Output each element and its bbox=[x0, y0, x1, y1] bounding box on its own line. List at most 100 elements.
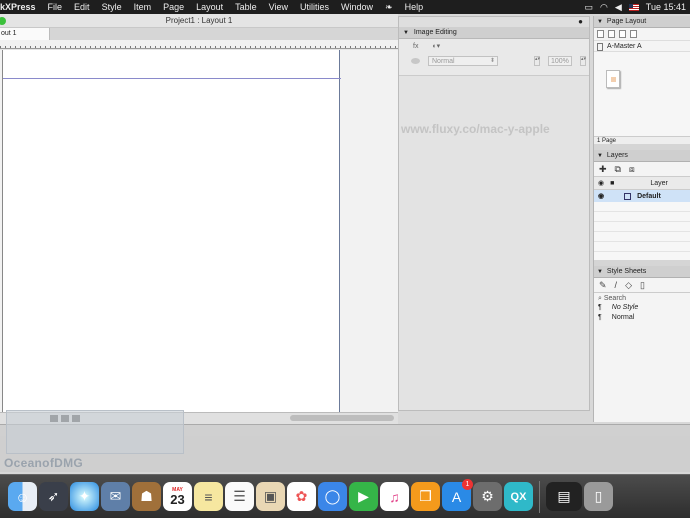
dock: ☺ ➶ ✦ ✉ ☗ MAY 23 ≡ ☰ ▣ ✿ ◯ ▶ ♫ ❒ A 1 ⚙ Q… bbox=[0, 474, 690, 518]
calendar-day: 23 bbox=[170, 491, 185, 507]
ibooks-icon[interactable]: ❒ bbox=[411, 482, 440, 511]
move-layer-icon[interactable]: ⧈ bbox=[629, 164, 635, 175]
palette-titlebar[interactable]: ● bbox=[399, 17, 589, 27]
duplicate-style-icon[interactable]: ◇ bbox=[625, 280, 632, 291]
trash-icon[interactable]: ▯ bbox=[640, 280, 645, 291]
menu-view[interactable]: View bbox=[263, 2, 294, 12]
duplicate-layer-icon[interactable]: ⧉ bbox=[615, 164, 621, 175]
menu-edit[interactable]: Edit bbox=[68, 2, 96, 12]
disclosure-triangle-icon[interactable]: ▼ bbox=[597, 269, 603, 275]
messages-icon[interactable]: ◯ bbox=[318, 482, 347, 511]
style-name: No Style bbox=[611, 304, 639, 311]
wifi-icon[interactable]: ◠ bbox=[600, 2, 608, 13]
lock-column-icon: ■ bbox=[610, 179, 615, 187]
layout-tab-strip bbox=[0, 28, 398, 40]
menu-file[interactable]: File bbox=[42, 2, 69, 12]
disclosure-triangle-icon[interactable]: ▼ bbox=[597, 19, 603, 25]
menu-utilities[interactable]: Utilities bbox=[294, 2, 335, 12]
delete-page-icon[interactable] bbox=[630, 30, 637, 38]
menu-style[interactable]: Style bbox=[96, 2, 128, 12]
style-item[interactable]: ¶ No Style bbox=[594, 303, 690, 313]
edit-style-icon[interactable]: / bbox=[615, 280, 618, 290]
close-icon[interactable]: ● bbox=[578, 17, 583, 26]
reminders-icon[interactable]: ☰ bbox=[225, 482, 254, 511]
mail-icon[interactable]: ✉ bbox=[101, 482, 130, 511]
clock[interactable]: Tue 15:41 bbox=[646, 2, 686, 12]
notes-icon[interactable]: ≡ bbox=[194, 482, 223, 511]
trash-icon[interactable]: ▯ bbox=[584, 482, 613, 511]
layers-title: Layers bbox=[606, 152, 628, 159]
horizontal-ruler[interactable] bbox=[0, 40, 398, 49]
menu-help[interactable]: Help bbox=[399, 2, 430, 12]
new-facing-page-icon[interactable] bbox=[608, 30, 615, 38]
fx-button[interactable]: fx bbox=[413, 43, 418, 50]
opacity-stepper[interactable]: ▴▾ bbox=[534, 56, 540, 66]
adjustments-icon[interactable]: ◐▾ bbox=[432, 42, 440, 50]
script-menu-icon[interactable]: ❧ bbox=[379, 2, 399, 13]
app-store-icon[interactable]: A 1 bbox=[442, 479, 473, 511]
quark-label: QX bbox=[510, 490, 527, 503]
photos-icon[interactable]: ✿ bbox=[287, 482, 316, 511]
document-window: Project1 : Layout 1 out 1 bbox=[0, 14, 398, 426]
new-page-icon[interactable] bbox=[597, 30, 604, 38]
right-panel-column: ▼ Page Layout A-Master A 1 Page ▼ Layers… bbox=[593, 16, 690, 422]
downloads-stack-icon[interactable]: ▤ bbox=[546, 482, 582, 511]
style-sheets-toolbar: ✎ / ◇ ▯ bbox=[594, 278, 690, 292]
disclosure-triangle-icon[interactable]: ▼ bbox=[403, 30, 409, 36]
launchpad-icon[interactable]: ➶ bbox=[39, 482, 68, 511]
document-titlebar: Project1 : Layout 1 bbox=[0, 14, 398, 28]
layout-tab[interactable]: out 1 bbox=[0, 28, 50, 40]
page-layout-header[interactable]: ▼ Page Layout bbox=[594, 16, 690, 28]
add-layer-icon[interactable]: ✚ bbox=[599, 164, 607, 175]
document-title: Project1 : Layout 1 bbox=[165, 16, 233, 25]
watermark-text: www.fluxy.co/mac-y-apple bbox=[401, 122, 550, 136]
visibility-eye-icon[interactable] bbox=[411, 58, 420, 64]
menu-window[interactable]: Window bbox=[335, 2, 379, 12]
input-source-flag-icon[interactable] bbox=[628, 3, 639, 11]
menu-item[interactable]: Item bbox=[128, 2, 158, 12]
layer-row-default[interactable]: ◉ Default bbox=[594, 190, 690, 202]
window-zoom-button[interactable] bbox=[0, 17, 6, 25]
page-thumbnails-area[interactable] bbox=[594, 52, 690, 136]
style-sheets-header[interactable]: ▼ Style Sheets bbox=[594, 266, 690, 278]
layer-visible-eye-icon[interactable]: ◉ bbox=[598, 192, 604, 200]
system-preferences-icon[interactable]: ⚙ bbox=[473, 482, 502, 511]
preview-icon[interactable]: ▣ bbox=[256, 482, 285, 511]
page-thumbnail[interactable] bbox=[606, 70, 620, 88]
layers-header[interactable]: ▼ Layers bbox=[594, 150, 690, 162]
finder-icon[interactable]: ☺ bbox=[8, 482, 37, 511]
opacity-field[interactable]: 100% bbox=[548, 56, 572, 66]
blend-mode-select[interactable]: Normal bbox=[428, 56, 498, 66]
image-editing-body: www.fluxy.co/mac-y-apple bbox=[399, 75, 589, 410]
disclosure-triangle-icon[interactable]: ▼ bbox=[597, 153, 603, 159]
horizontal-scrollbar[interactable] bbox=[290, 415, 394, 421]
app-menu[interactable]: kXPress bbox=[0, 2, 42, 12]
opacity-stepper-right[interactable]: ▴▾ bbox=[580, 56, 586, 66]
dock-separator bbox=[539, 480, 540, 513]
airplay-icon[interactable]: ▭ bbox=[585, 2, 594, 13]
paragraph-icon: ¶ bbox=[598, 304, 602, 311]
duplicate-page-icon[interactable] bbox=[619, 30, 626, 38]
facetime-icon[interactable]: ▶ bbox=[349, 482, 378, 511]
volume-icon[interactable]: ◀ bbox=[615, 2, 622, 13]
image-editing-header[interactable]: ▼ Image Editing bbox=[399, 27, 589, 39]
overlay-thumbnail bbox=[6, 410, 184, 454]
menu-layout[interactable]: Layout bbox=[190, 2, 229, 12]
menu-page[interactable]: Page bbox=[157, 2, 190, 12]
menu-table[interactable]: Table bbox=[229, 2, 263, 12]
calendar-icon[interactable]: MAY 23 bbox=[163, 482, 192, 511]
watermark-logo: OceanofDMG bbox=[4, 456, 84, 470]
style-item[interactable]: ¶ Normal bbox=[594, 313, 690, 323]
new-style-icon[interactable]: ✎ bbox=[599, 280, 607, 291]
quarkxpress-icon[interactable]: QX bbox=[504, 482, 533, 511]
style-search-field[interactable]: ⌕ Search bbox=[594, 292, 690, 303]
master-page-item[interactable]: A-Master A bbox=[594, 40, 690, 52]
layers-empty-rows bbox=[594, 202, 690, 260]
layout-page[interactable] bbox=[2, 50, 341, 426]
app-store-badge: 1 bbox=[462, 479, 473, 490]
safari-icon[interactable]: ✦ bbox=[70, 482, 99, 511]
pasteboard[interactable] bbox=[0, 50, 398, 426]
style-sheets-title: Style Sheets bbox=[606, 268, 647, 275]
contacts-icon[interactable]: ☗ bbox=[132, 482, 161, 511]
itunes-icon[interactable]: ♫ bbox=[380, 482, 409, 511]
